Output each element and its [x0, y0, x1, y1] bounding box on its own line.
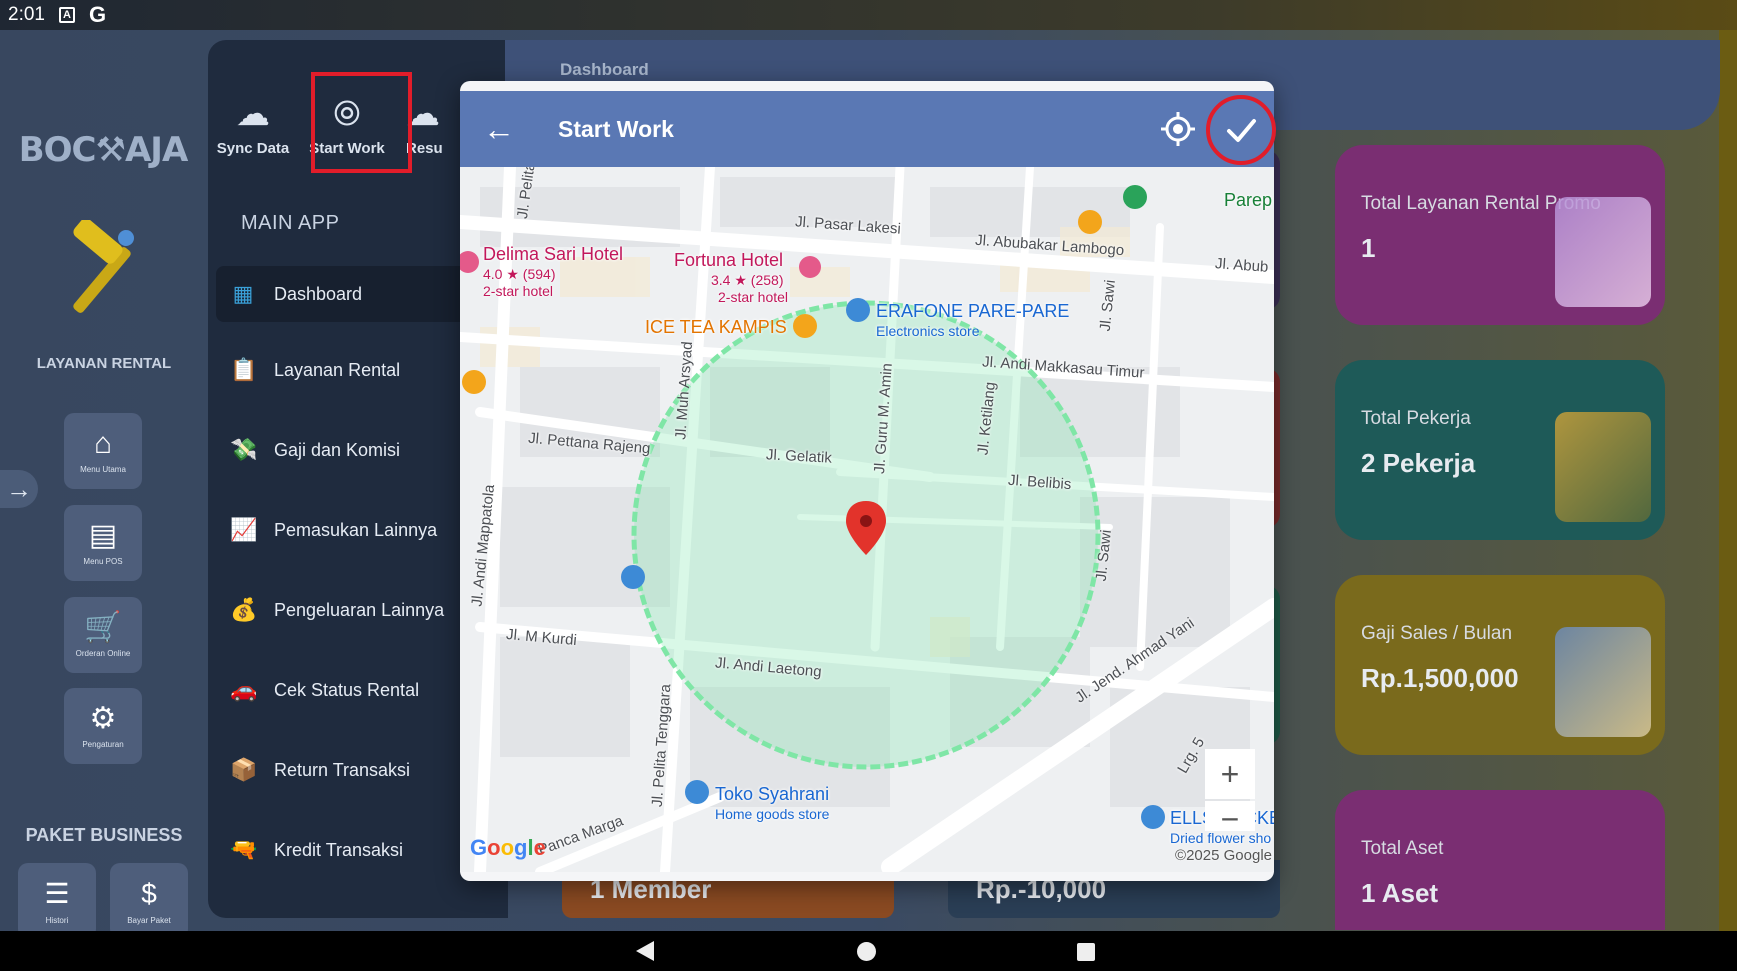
credit-icon: 🔫: [230, 837, 258, 862]
orderan-online-button[interactable]: 🛒 Orderan Online: [64, 597, 142, 673]
card-title: Total Aset: [1361, 838, 1444, 859]
expense-icon: 💰: [230, 597, 258, 622]
poi-parep[interactable]: Parep: [1224, 190, 1272, 211]
card-value: 1 Aset: [1361, 878, 1439, 908]
history-icon: ☰: [44, 878, 70, 909]
return-icon: 📦: [230, 757, 258, 782]
poi-type: 2-star hotel: [718, 289, 789, 305]
left-rail: BOC⚒AJA LAYANAN RENTAL → ⌂ Menu Utama ▤ …: [0, 30, 208, 939]
pengaturan-label: Pengaturan: [82, 739, 124, 749]
result-label: Resu: [406, 140, 443, 157]
map-view[interactable]: Jl. Pasar Lakesi Jl. Abubakar Lambogo Jl…: [460, 167, 1274, 872]
poi-type: 2-star hotel: [483, 283, 554, 299]
paket-business-title: PAKET BUSINESS: [25, 825, 183, 845]
menu-pos-label: Menu POS: [83, 556, 123, 566]
poi-erafone[interactable]: ERAFONE PARE-PARE: [876, 301, 1069, 322]
menu-item-label: Cek Status Rental: [274, 679, 420, 700]
map-canvas: [460, 167, 1274, 872]
worker-illustration: [1555, 412, 1651, 522]
status-time: 2:01: [8, 4, 45, 25]
card-total-aset[interactable]: Total Aset 1 Aset: [1335, 790, 1665, 930]
hammer-icon: [73, 220, 134, 313]
arrow-left-icon[interactable]: ←: [482, 113, 516, 147]
card-gaji-sales[interactable]: Gaji Sales / Bulan Rp.1,500,000: [1335, 575, 1665, 755]
result-button[interactable]: ☁ Resu: [406, 92, 466, 157]
gear-icon: ⚙: [89, 701, 117, 735]
menu-item-label: Return Transaksi: [274, 759, 411, 780]
salary-icon: 💸: [230, 437, 258, 462]
pengaturan-button[interactable]: ⚙ Pengaturan: [64, 688, 142, 764]
sync-data-label: Sync Data: [216, 140, 290, 157]
rail-title: LAYANAN RENTAL: [36, 355, 172, 372]
menu-item-label: Kredit Transaksi: [274, 839, 404, 860]
card-total-pekerja[interactable]: Total Pekerja 2 Pekerja: [1335, 360, 1665, 540]
dialog-toolbar: ← Start Work: [460, 91, 1274, 167]
sales-illustration: [1555, 627, 1651, 737]
status-bar: 2:01 A G: [0, 0, 1737, 30]
google-logo: Google: [470, 835, 546, 860]
menu-utama-button[interactable]: ⌂ Menu Utama: [64, 413, 142, 489]
app-right-edge: [1719, 30, 1737, 931]
histori-label: Histori: [45, 916, 69, 925]
promo-illustration: [1555, 197, 1651, 307]
income-icon: 📈: [230, 517, 258, 542]
dollar-icon: $: [141, 877, 157, 909]
menu-item-label: Layanan Rental: [274, 359, 401, 380]
bayar-paket-button[interactable]: $ Bayar Paket: [110, 863, 188, 939]
main-app-label: MAIN APP: [241, 212, 340, 234]
poi-sub: Electronics store: [876, 323, 980, 339]
menu-item-label: Gaji dan Komisi: [274, 439, 401, 460]
orderan-online-label: Orderan Online: [75, 648, 131, 658]
start-work-highlight: [311, 72, 412, 173]
nav-home-icon[interactable]: [857, 942, 876, 961]
dashboard-icon: ▦: [232, 281, 254, 306]
poi-ice-tea-kampis[interactable]: ICE TEA KAMPIS: [645, 317, 787, 338]
zoom-out-button[interactable]: −: [1205, 801, 1255, 837]
menu-utama-label: Menu Utama: [80, 464, 126, 474]
sync-data-button[interactable]: ☁ Sync Data: [208, 92, 298, 157]
histori-button[interactable]: ☰ Histori: [18, 863, 96, 939]
poi-rating: 4.0 ★ (594): [483, 266, 556, 282]
rental-list-icon: 📋: [230, 357, 258, 382]
crosshair-icon[interactable]: [1160, 111, 1196, 147]
expand-arrow-icon[interactable]: →: [0, 470, 38, 508]
app-logo: BOC⚒AJA: [18, 130, 189, 170]
poi-delima-sari-hotel[interactable]: Delima Sari Hotel: [483, 244, 623, 265]
map-copyright: ©2025 Google: [1175, 847, 1272, 864]
nav-back-icon[interactable]: [636, 941, 654, 961]
page-title: Dashboard: [560, 60, 649, 79]
poi-rating: 3.4 ★ (258): [711, 272, 784, 288]
bayar-paket-label: Bayar Paket: [127, 915, 171, 925]
a-icon: A: [58, 7, 75, 23]
zoom-in-button[interactable]: +: [1205, 749, 1255, 799]
dialog-title: Start Work: [558, 116, 674, 142]
confirm-highlight: [1206, 95, 1276, 165]
poi-sub: Home goods store: [715, 806, 830, 822]
system-nav-bar: [0, 931, 1737, 971]
street-label: Jl. Gelatik: [765, 446, 833, 467]
cloud-upload-icon: ☁: [406, 95, 440, 133]
street-label: Jl. Abub: [1214, 255, 1269, 276]
home-icon: ⌂: [93, 426, 113, 460]
nav-recents-icon[interactable]: [1077, 943, 1095, 961]
card-total-layanan-promo[interactable]: Total Layanan Rental Promo 1: [1335, 145, 1665, 325]
menu-pos-button[interactable]: ▤ Menu POS: [64, 505, 142, 581]
menu-item-label: Dashboard: [274, 283, 363, 304]
google-icon: G: [88, 2, 107, 27]
status-rental-icon: 🚗: [230, 677, 258, 702]
start-work-dialog: ← Start Work Jl. Pasar Lakesi Jl. Abubak…: [460, 81, 1274, 881]
menu-item-label: Pengeluaran Lainnya: [274, 599, 445, 620]
pos-store-icon: ▤: [88, 518, 118, 552]
cloud-sync-icon: ☁: [236, 95, 270, 133]
poi-toko-syahrani[interactable]: Toko Syahrani: [715, 784, 829, 805]
poi-fortuna-hotel[interactable]: Fortuna Hotel: [674, 250, 783, 271]
menu-item-label: Pemasukan Lainnya: [274, 519, 438, 540]
cart-icon: 🛒: [84, 610, 122, 644]
